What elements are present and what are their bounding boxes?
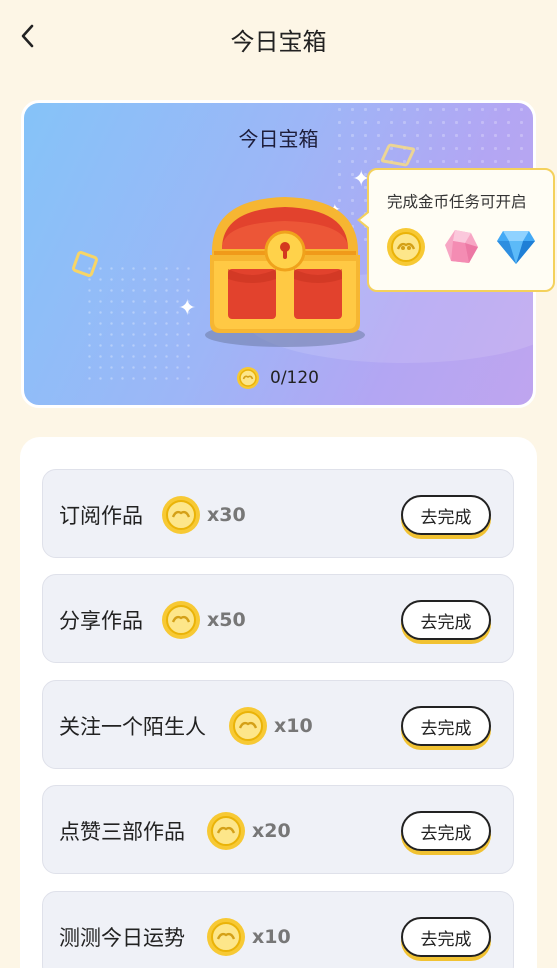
reward-tooltip: 完成金币任务可开启 — [357, 168, 555, 292]
sparkle-icon: ✦ — [178, 296, 197, 321]
task-reward: x50 — [161, 575, 246, 664]
task-name: 点赞三部作品 — [59, 819, 185, 844]
coin-icon — [237, 367, 259, 389]
task-row: 关注一个陌生人 x10 去完成 — [42, 680, 514, 769]
coin-icon — [162, 600, 200, 639]
tooltip-text: 完成金币任务可开启 — [387, 193, 527, 211]
reward-icons — [385, 226, 537, 268]
header: 今日宝箱 — [0, 0, 557, 76]
task-row: 订阅作品 x30 去完成 — [42, 469, 514, 558]
coin-icon — [229, 706, 267, 745]
coin-icon — [207, 811, 245, 850]
task-reward: x20 — [206, 786, 291, 875]
task-name: 订阅作品 — [59, 503, 143, 528]
task-row: 点赞三部作品 x20 去完成 — [42, 785, 514, 874]
blue-diamond-icon — [497, 231, 535, 264]
progress-text: 0/120 — [270, 368, 319, 388]
reward-amount: x20 — [252, 819, 291, 842]
go-complete-button[interactable]: 去完成 — [401, 600, 491, 640]
task-name: 测测今日运势 — [59, 925, 185, 950]
pink-gem-icon — [445, 230, 478, 263]
reward-amount: x50 — [207, 608, 246, 631]
task-row: 分享作品 x50 去完成 — [42, 574, 514, 663]
task-row: 测测今日运势 x10 去完成 — [42, 891, 514, 968]
page-title: 今日宝箱 — [230, 28, 327, 56]
task-reward: x10 — [228, 681, 313, 770]
task-name: 关注一个陌生人 — [59, 714, 206, 739]
task-reward: x10 — [206, 892, 291, 968]
go-complete-button[interactable]: 去完成 — [401, 706, 491, 746]
reward-amount: x10 — [252, 925, 291, 948]
treasure-chest-icon[interactable] — [200, 183, 370, 353]
reward-amount: x10 — [274, 714, 313, 737]
go-complete-button[interactable]: 去完成 — [401, 495, 491, 535]
chest-card-title: 今日宝箱 — [238, 127, 319, 151]
progress-indicator: 0/120 — [236, 365, 319, 391]
go-complete-button[interactable]: 去完成 — [401, 811, 491, 851]
coin-icon — [207, 917, 245, 956]
task-name: 分享作品 — [59, 608, 143, 633]
go-complete-button[interactable]: 去完成 — [401, 917, 491, 957]
task-panel: 订阅作品 x30 去完成 分享作品 x50 去完成 关注一个陌生人 x10 去完… — [20, 437, 537, 968]
coin-icon — [387, 228, 425, 266]
coin-icon — [162, 495, 200, 534]
reward-amount: x30 — [207, 503, 246, 526]
task-reward: x30 — [161, 470, 246, 559]
